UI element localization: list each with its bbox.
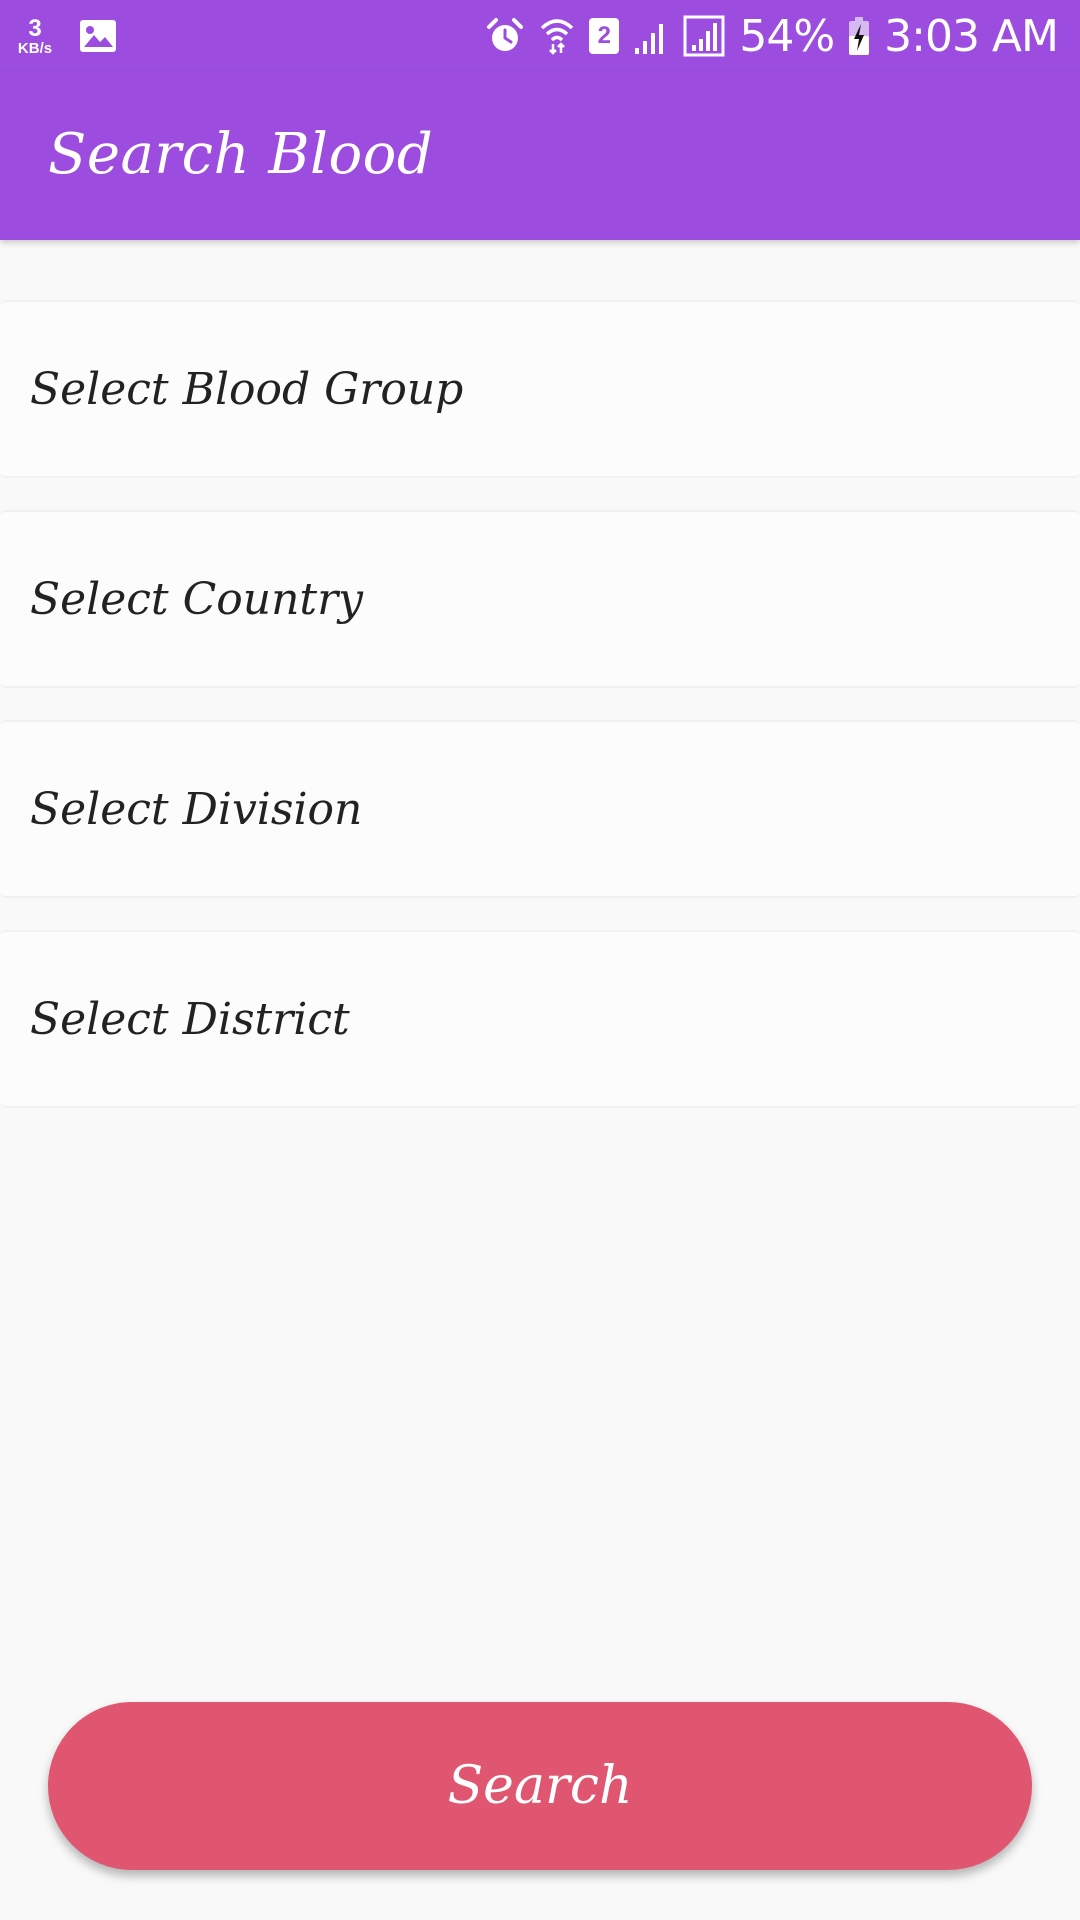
net-speed-unit: KB/s — [17, 39, 53, 57]
status-bar-right: 2 54% 3:03 AM — [485, 8, 1059, 64]
blood-group-select[interactable]: Select Blood Group — [0, 300, 1080, 478]
sim-2-icon: 2 — [589, 18, 620, 54]
clock: 3:03 AM — [884, 10, 1059, 62]
status-bar-left: 3 KB/s — [12, 10, 118, 62]
battery-percent: 54% — [739, 10, 835, 62]
page-title: Search Blood — [48, 122, 434, 187]
battery-charging-icon — [849, 17, 870, 55]
division-select[interactable]: Select Division — [0, 720, 1080, 898]
signal-icon — [683, 15, 725, 57]
status-bar: 3 KB/s 2 54% 3:03 AM — [0, 0, 1080, 72]
search-form: Select Blood Group Select Country Select… — [0, 240, 1080, 1920]
wifi-icon — [541, 19, 574, 55]
district-select-label: Select District — [30, 993, 350, 1045]
signal-icon — [635, 24, 664, 54]
net-speed-value: 3 — [28, 14, 42, 42]
alarm-icon — [487, 18, 524, 51]
country-select-label: Select Country — [30, 573, 364, 625]
search-button[interactable]: Search — [48, 1702, 1032, 1870]
gallery-icon — [80, 20, 116, 52]
net-speed-indicator: 3 KB/s — [12, 14, 58, 57]
country-select[interactable]: Select Country — [0, 510, 1080, 688]
app-bar: Search Blood — [0, 72, 1080, 240]
blood-group-select-label: Select Blood Group — [30, 363, 464, 415]
district-select[interactable]: Select District — [0, 930, 1080, 1108]
division-select-label: Select Division — [30, 783, 363, 835]
